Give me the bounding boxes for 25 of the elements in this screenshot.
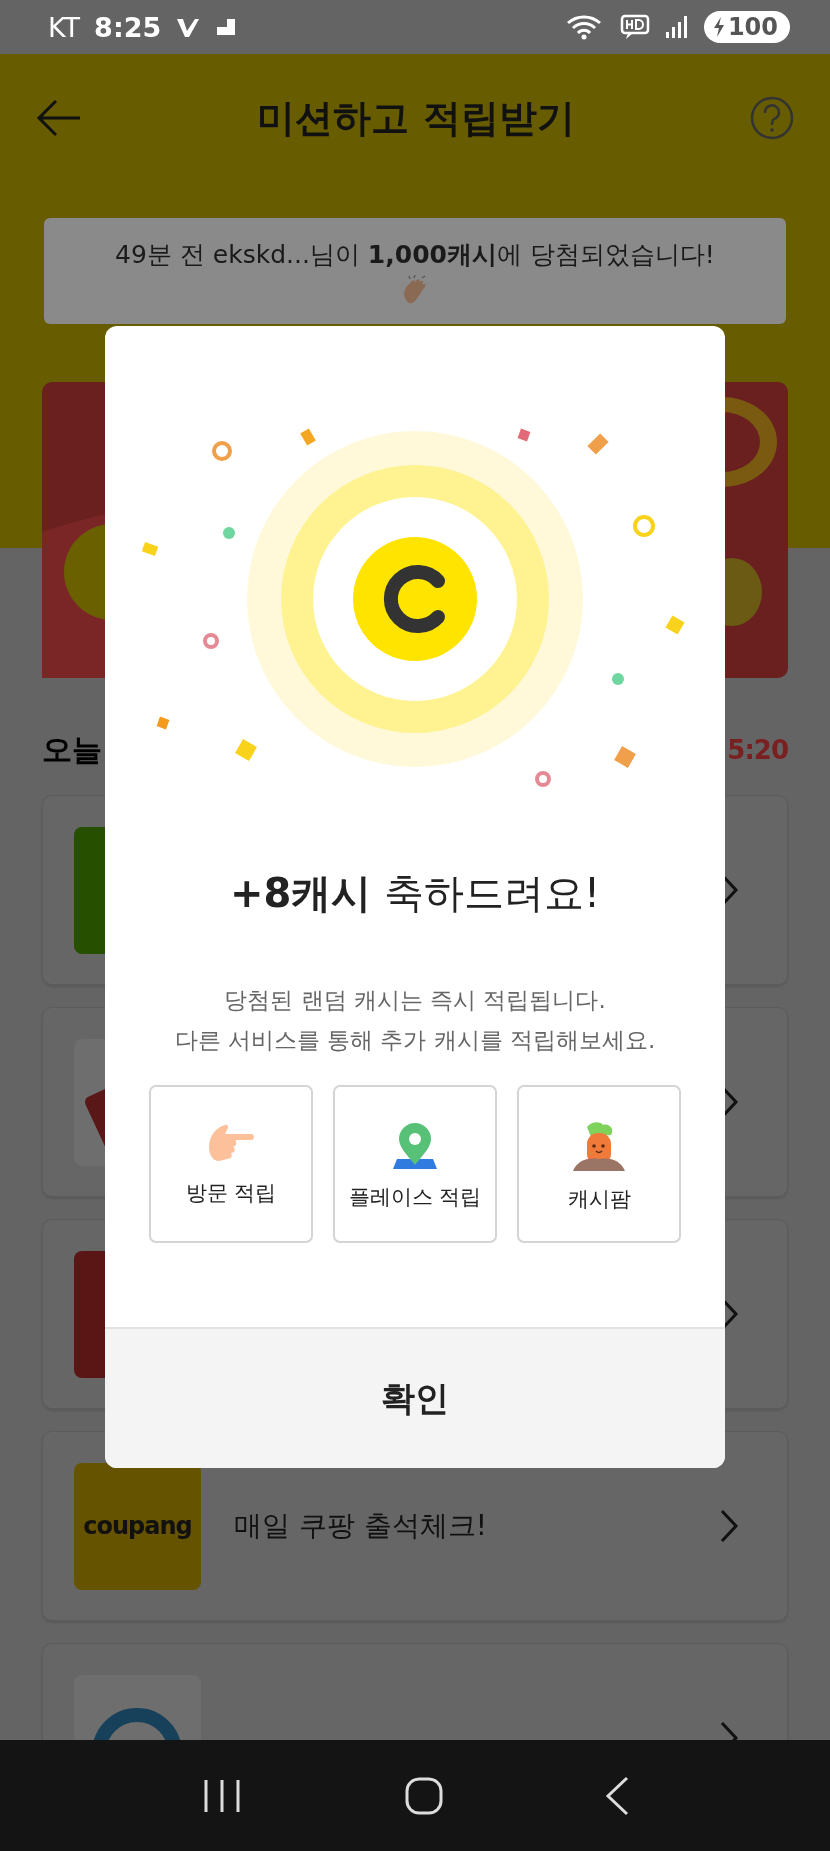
- chevron-right-icon: [719, 1508, 739, 1544]
- dialog-message: 다른 서비스를 통해 추가 캐시를 적립해보세요.: [174, 1026, 656, 1055]
- service-button[interactable]: 방문 적립: [149, 1085, 313, 1243]
- mission-title: 매일 쿠팡 출석체크!: [234, 1508, 489, 1544]
- dialog-message: 당첨된 랜덤 캐시는 즉시 적립됩니다.: [224, 986, 606, 1015]
- service-button[interactable]: 캐시팜: [517, 1085, 681, 1243]
- home-icon[interactable]: [404, 1775, 444, 1816]
- winner-message: 49분 전 ekskd...님이 1,000캐시에 당첨되었습니다!: [115, 238, 715, 271]
- back-arrow-icon[interactable]: [36, 99, 82, 137]
- coin-icon: [353, 537, 477, 661]
- dialog-title: +8캐시 축하드려요!: [229, 871, 601, 915]
- clock: 8:25: [94, 11, 162, 43]
- countdown-timer: 5:20: [727, 735, 788, 765]
- confirm-button[interactable]: 확인: [105, 1327, 725, 1468]
- service-button[interactable]: 플레이스 적립: [333, 1085, 497, 1243]
- page-title: 미션하고 적립받기: [256, 94, 576, 142]
- carrier-label: KT: [48, 11, 81, 43]
- coupang-logo: coupang: [74, 1462, 201, 1590]
- steps-notification-icon: [215, 17, 238, 37]
- signal-icon: [663, 14, 690, 40]
- back-icon[interactable]: [604, 1775, 630, 1816]
- carrot-icon: [571, 1121, 627, 1173]
- hd-voice-icon: [619, 14, 650, 40]
- section-title: 오늘: [42, 730, 102, 769]
- battery-indicator: 100: [703, 11, 790, 43]
